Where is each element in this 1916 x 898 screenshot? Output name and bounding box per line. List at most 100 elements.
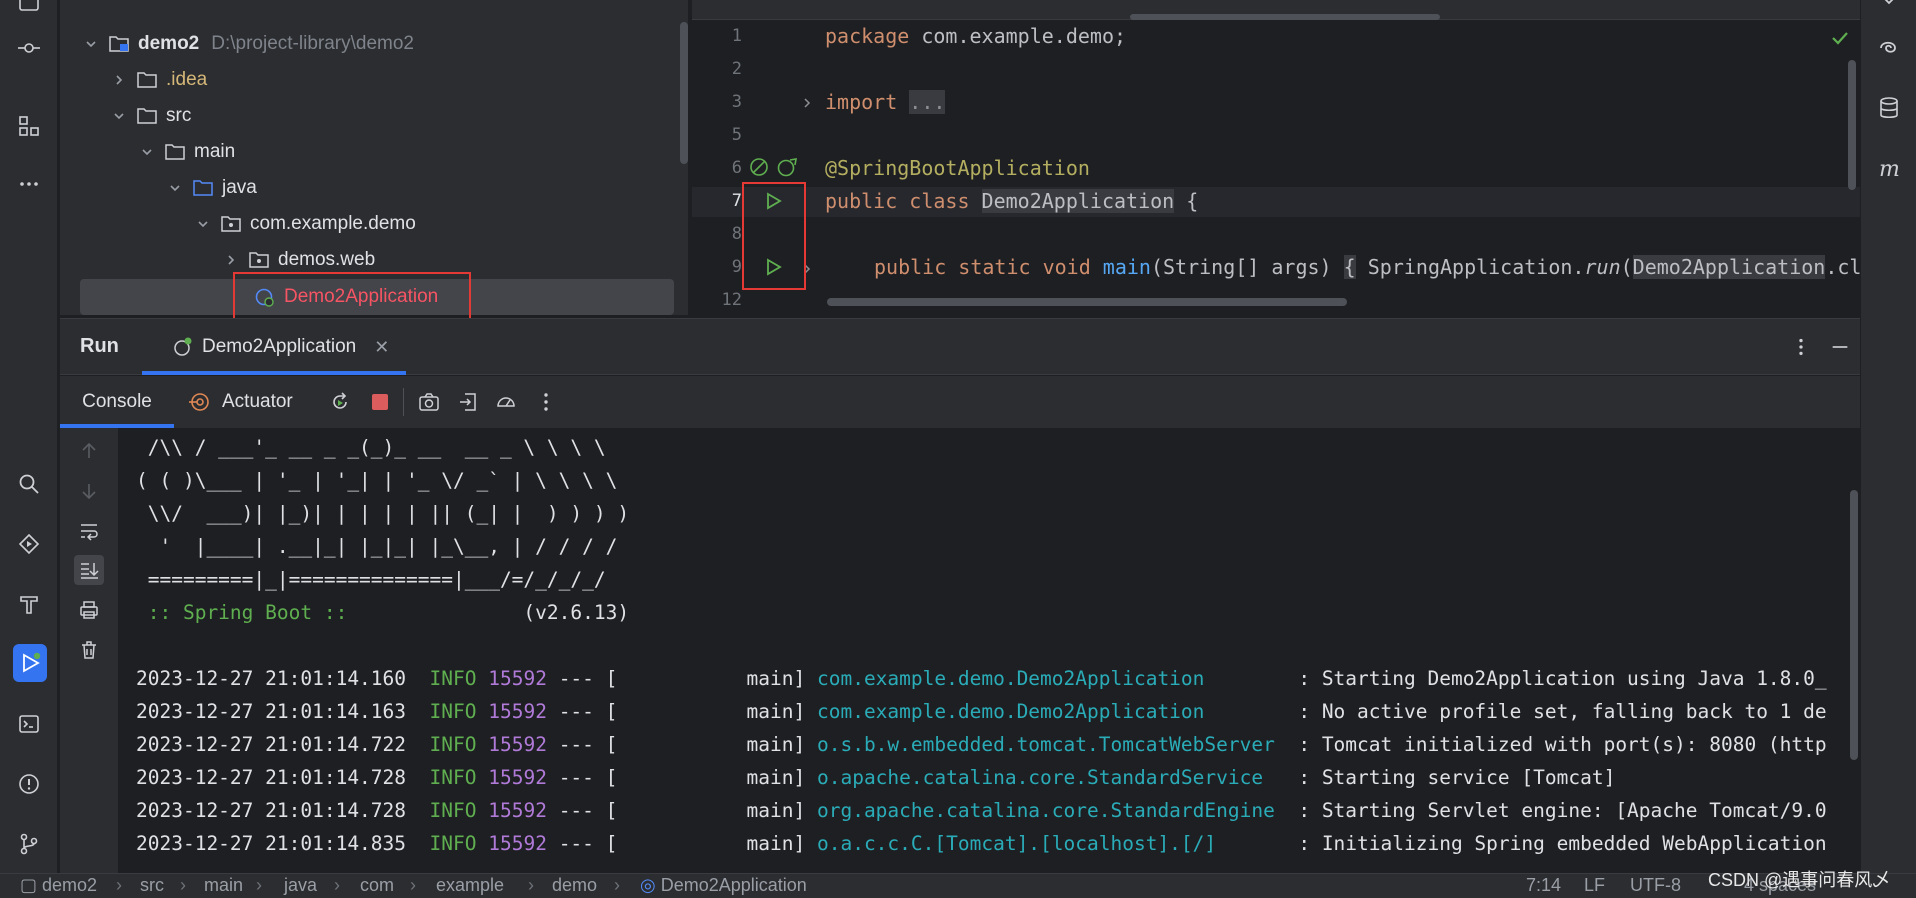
run-config-tab[interactable]: Demo2Application ✕ [158,319,406,375]
console-output[interactable]: /\\ / ___'_ __ _ _(_)_ __ __ _ \ \ \ \ (… [136,428,1846,874]
spring-boot-version-line: :: Spring Boot :: (v2.6.13) [136,601,629,624]
scroll-to-end-icon[interactable] [74,555,104,585]
breadcrumb-item[interactable]: ▢ demo2 [20,875,97,896]
code-text: com.example.demo; [909,24,1127,48]
git-icon[interactable] [13,828,45,860]
breadcrumb-item[interactable]: ◎ Demo2Application [640,875,807,896]
editor-top-scroll-thumb[interactable] [1130,14,1440,20]
log-thread: main] [617,766,806,789]
tree-item-label: demo2 [138,33,200,54]
chevron-right-icon[interactable] [110,71,128,89]
code-annotation: @SpringBootApplication [825,156,1090,180]
tab-actuator[interactable]: Actuator [188,376,293,428]
banner-line: ' |____| .__|_| |_|_| |_\__, | / / / / [136,535,618,558]
database-icon[interactable] [1873,92,1905,124]
print-icon[interactable] [74,595,104,625]
terminal-icon[interactable] [13,708,45,740]
folder-icon [136,70,160,90]
breadcrumb-label: Demo2Application [660,875,807,895]
breadcrumb-item[interactable]: src [140,875,164,896]
breadcrumb-item[interactable]: demo [552,875,597,896]
code-line-3: import ... [825,90,946,114]
run-tool-icon[interactable] [13,644,47,682]
more-icon[interactable] [13,168,45,200]
search-icon[interactable] [13,468,45,500]
tree-scrollbar[interactable] [680,22,688,164]
spring-bean-icon[interactable] [776,156,798,178]
tree-item-java[interactable]: java [166,170,257,206]
stop-icon[interactable] [368,390,392,414]
breadcrumb-separator: › [256,875,262,895]
toolbar-separator [403,388,404,416]
line-number: 1 [731,26,742,46]
code-method-name: main [1102,255,1151,279]
commit-icon[interactable] [13,32,45,64]
log-timestamp: 2023-12-27 21:01:14.835 [136,832,407,855]
code-editor[interactable]: 1 2 3 5 6 7 8 9 12 package com.example.d… [692,0,1860,315]
log-line: 2023-12-27 21:01:14.160 INFO 15592 --- [… [136,667,1827,690]
camera-icon[interactable] [417,390,441,414]
tree-item-src[interactable]: src [110,98,191,134]
breadcrumb-separator: › [116,875,122,895]
log-pid: 15592 [488,799,547,822]
tree-item-label: com.example.demo [250,213,416,234]
close-icon[interactable]: ✕ [374,337,389,358]
caret-position[interactable]: 7:14 [1526,875,1561,896]
code-text: { [1174,189,1199,213]
arrow-up-icon[interactable] [74,436,104,466]
no-bean-icon[interactable] [748,156,770,178]
log-timestamp: 2023-12-27 21:01:14.163 [136,700,407,723]
problems-icon[interactable] [13,768,45,800]
ai-assistant-icon[interactable] [1873,32,1905,64]
services-icon[interactable] [13,528,45,560]
structure-icon[interactable] [13,110,45,142]
rerun-icon[interactable] [328,390,352,414]
code-text: SpringApplication. [1367,255,1585,279]
breadcrumb-item[interactable]: com [360,875,394,896]
minimize-icon[interactable] [1828,335,1852,359]
build-icon[interactable] [13,588,45,620]
line-number: 7 [731,191,742,211]
chevron-down-icon[interactable] [1873,0,1905,16]
file-encoding[interactable]: UTF-8 [1630,875,1681,896]
line-ending[interactable]: LF [1584,875,1605,896]
tab-console[interactable]: Console [60,376,174,428]
log-thread: main] [617,667,806,690]
chevron-down-icon[interactable] [138,143,156,161]
options-menu-icon[interactable] [1789,335,1813,359]
soft-wrap-icon[interactable] [74,516,104,546]
exit-icon[interactable] [456,390,480,414]
tree-item-package[interactable]: com.example.demo [194,206,416,242]
log-level: INFO [429,733,477,756]
breadcrumb-item[interactable]: java [284,875,317,896]
chevron-down-icon[interactable] [166,179,184,197]
arrow-down-icon[interactable] [74,476,104,506]
editor-horizontal-scrollbar[interactable] [827,298,1347,306]
maven-icon[interactable]: m [1873,152,1905,184]
breadcrumb-item[interactable]: main [204,875,243,896]
tree-item-idea[interactable]: .idea [110,62,207,98]
module-icon: ▢ [20,875,43,895]
watermark: CSDN @遇事问春风乄 [1708,870,1891,890]
fold-chevron-icon[interactable] [800,92,814,114]
profiler-icon[interactable] [494,390,518,414]
tree-item-main[interactable]: main [138,134,235,170]
log-message: : Tomcat initialized with port(s): 8080 … [1286,733,1827,756]
more-actions-icon[interactable] [534,390,558,414]
chevron-down-icon[interactable] [110,107,128,125]
editor-vertical-scrollbar[interactable] [1848,60,1856,190]
chevron-right-icon[interactable] [222,251,240,269]
breadcrumb-item[interactable]: example [436,875,504,896]
console-scrollbar[interactable] [1850,490,1858,760]
trash-icon[interactable] [74,635,104,665]
tree-item-root[interactable]: demo2 D:\project-library\demo2 [82,26,414,62]
folded-imports[interactable]: ... [909,90,946,114]
right-tool-strip: m [1860,0,1916,873]
spring-class-icon: ◎ [640,875,661,895]
chevron-down-icon[interactable] [82,35,100,53]
spring-boot-label: :: Spring Boot :: [136,601,360,624]
line-number: 8 [731,224,742,244]
log-pid: 15592 [488,667,547,690]
chevron-down-icon[interactable] [194,215,212,233]
folder-icon[interactable] [13,0,45,18]
